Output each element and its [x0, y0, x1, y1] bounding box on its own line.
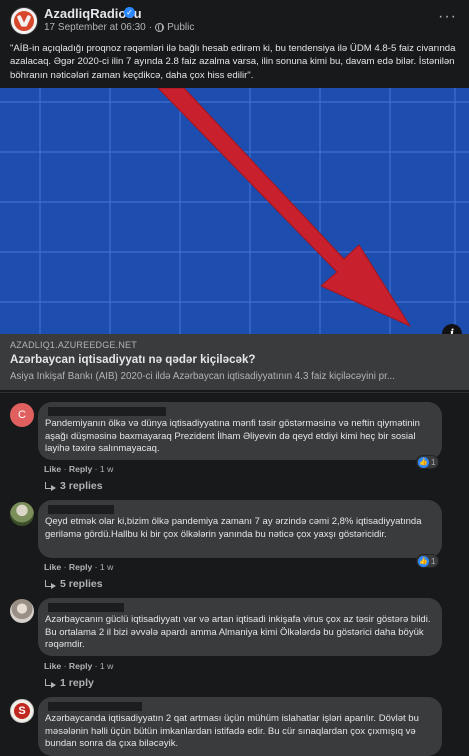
comment-bubble: Azərbaycanda iqtisadiyyatın 2 qat artmas… [38, 697, 442, 756]
comment-time[interactable]: 1 w [100, 562, 113, 572]
more-options-icon[interactable]: ··· [438, 8, 457, 26]
azadliq-logo-icon [14, 11, 34, 31]
comment-time[interactable]: 1 w [100, 464, 113, 474]
post-date[interactable]: 17 September at 06:30 [44, 22, 146, 33]
reaction-count: 1 [431, 556, 436, 566]
reaction-count: 1 [431, 457, 436, 467]
meta-separator: · [148, 22, 153, 33]
separator: · [94, 661, 98, 671]
view-replies-link[interactable]: 1 reply [44, 677, 94, 689]
post-text: "AİB-in açıqladığı proqnoz rəqəmləri ilə… [10, 43, 456, 81]
link-title[interactable]: Azərbaycan iqtisadiyyatı nə qədər kiçilə… [10, 353, 256, 366]
separator: · [63, 464, 67, 474]
comment-bubble: Qeyd etmək olar ki,bizim ölkə pandemiya … [38, 500, 442, 558]
reply-arrow-icon [44, 482, 56, 491]
post-meta: 17 September at 06:30 · Public [44, 22, 194, 33]
link-domain: AZADLIQ1.AZUREEDGE.NET [10, 340, 137, 350]
comment-text: Azərbaycanda iqtisadiyyatın 2 qat artmas… [45, 713, 419, 750]
comment-bubble: Azərbaycanın güclü iqtisadiyyatı var və … [38, 598, 442, 656]
redacted-author-name[interactable] [48, 505, 114, 514]
link-preview-box[interactable]: AZADLIQ1.AZUREEDGE.NET Azərbaycan iqtisa… [0, 334, 469, 390]
page-avatar[interactable] [10, 7, 38, 35]
reply-link[interactable]: Reply [69, 464, 92, 474]
reply-link[interactable]: Reply [69, 562, 92, 572]
comment-text: Azərbaycanın güclü iqtisadiyyatı var və … [45, 614, 431, 651]
post-header: AzadliqRadiosu ✓ 17 September at 06:30 ·… [0, 0, 469, 40]
like-link[interactable]: Like [44, 562, 61, 572]
link-description: Asiya İnkişaf Bankı (AİB) 2020-ci ildə A… [10, 371, 395, 382]
commenter-avatar[interactable] [10, 599, 34, 623]
reply-arrow-icon [44, 679, 56, 688]
replies-count: 3 replies [60, 480, 103, 492]
divider [0, 392, 469, 393]
verified-badge-icon: ✓ [124, 7, 135, 18]
replies-count: 1 reply [60, 677, 94, 689]
separator: · [94, 464, 98, 474]
view-replies-link[interactable]: 5 replies [44, 578, 103, 590]
reply-link[interactable]: Reply [69, 661, 92, 671]
comment-bubble: Pandemiyanın ölkə və dünya iqtisadiyyatı… [38, 402, 442, 460]
link-preview-image[interactable] [0, 88, 469, 334]
comment-time[interactable]: 1 w [100, 661, 113, 671]
grid-arrow-illustration [0, 88, 469, 334]
comment-text: Pandemiyanın ölkə və dünya iqtisadiyyatı… [45, 418, 420, 455]
comment-actions: Like · Reply · 1 w [44, 661, 113, 671]
comment-actions: Like · Reply · 1 w [44, 562, 113, 572]
privacy-label: Public [167, 22, 195, 33]
redacted-author-name[interactable] [48, 702, 142, 711]
redacted-author-name[interactable] [48, 603, 124, 612]
separator: · [94, 562, 98, 572]
commenter-avatar[interactable]: S [10, 699, 34, 723]
separator: · [63, 562, 67, 572]
logo-s-icon: S [14, 703, 30, 719]
thumbs-up-icon: 👍 [418, 456, 429, 468]
separator: · [63, 661, 67, 671]
reaction-count-badge[interactable]: 👍 1 [416, 554, 440, 568]
comment-actions: Like · Reply · 1 w [44, 464, 113, 474]
comment-text: Qeyd etmək olar ki,bizim ölkə pandemiya … [45, 516, 422, 540]
thumbs-up-icon: 👍 [418, 555, 429, 567]
reaction-count-badge[interactable]: 👍 1 [416, 455, 440, 469]
like-link[interactable]: Like [44, 464, 61, 474]
replies-count: 5 replies [60, 578, 103, 590]
redacted-author-name[interactable] [48, 407, 166, 416]
reply-arrow-icon [44, 580, 56, 589]
view-replies-link[interactable]: 3 replies [44, 480, 103, 492]
globe-icon [155, 23, 165, 32]
like-link[interactable]: Like [44, 661, 61, 671]
commenter-avatar[interactable] [10, 502, 34, 526]
commenter-avatar[interactable]: C [10, 403, 34, 427]
